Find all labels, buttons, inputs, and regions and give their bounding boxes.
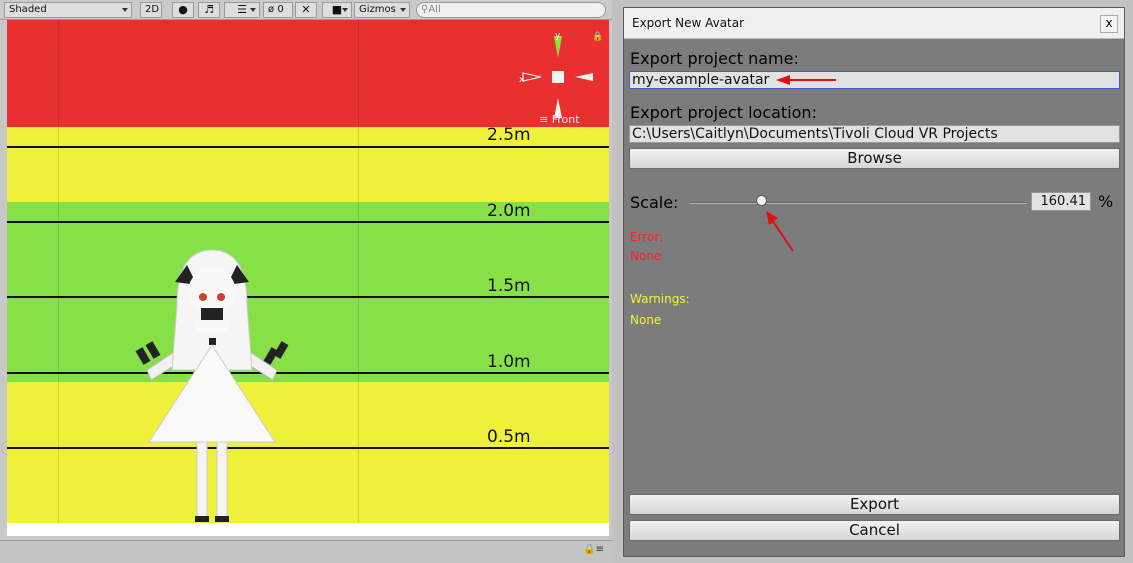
height-label-1-5: 1.5m bbox=[487, 276, 531, 296]
scene-view-panel: Shaded 2D ● ♬ ☰ ø 0 ✕ ■ Gizmos ⚲All 2.5m… bbox=[0, 0, 612, 563]
browse-button[interactable]: Browse bbox=[629, 148, 1120, 169]
height-line-2-5 bbox=[7, 146, 609, 148]
avatar-figure[interactable] bbox=[107, 220, 317, 525]
close-button[interactable]: x bbox=[1100, 15, 1118, 33]
shading-mode-label: Shaded bbox=[9, 4, 47, 15]
gizmo-x-label: x bbox=[519, 75, 525, 85]
error-label: Error: bbox=[630, 230, 664, 244]
tools-icon[interactable]: ✕ bbox=[295, 2, 317, 18]
height-label-0-5: 0.5m bbox=[487, 427, 531, 447]
scene-search-input[interactable]: ⚲All bbox=[416, 2, 606, 18]
lock-menu-icon[interactable]: 🔒≡ bbox=[583, 544, 604, 555]
scale-unit: % bbox=[1098, 192, 1114, 211]
height-label-2-0: 2.0m bbox=[487, 201, 531, 221]
hidden-objects-toggle[interactable]: ø 0 bbox=[263, 2, 293, 18]
toggle-2d-button[interactable]: 2D bbox=[140, 2, 162, 18]
warnings-value: None bbox=[630, 313, 662, 327]
gizmos-dropdown[interactable]: Gizmos bbox=[354, 2, 410, 18]
toggle-2d-label: 2D bbox=[145, 4, 160, 15]
dialog-title: Export New Avatar bbox=[632, 16, 745, 30]
scale-slider-thumb[interactable] bbox=[756, 195, 767, 206]
audio-icon[interactable]: ♬ bbox=[198, 2, 220, 18]
view-front-label: ≡ Front bbox=[539, 113, 580, 126]
project-name-label: Export project name: bbox=[630, 49, 799, 68]
camera-icon[interactable]: ■ bbox=[322, 2, 352, 18]
scene-bottom-bar: 🔒≡ bbox=[0, 540, 612, 563]
lighting-icon[interactable]: ● bbox=[172, 2, 194, 18]
export-avatar-dialog: Export New Avatar x Export project name:… bbox=[623, 7, 1125, 557]
orientation-gizmo[interactable]: y x bbox=[517, 32, 597, 124]
scale-value-input[interactable]: 160.41 bbox=[1031, 192, 1091, 211]
error-value: None bbox=[630, 249, 662, 263]
menu-lines-icon: ≡ bbox=[539, 113, 549, 126]
gizmo-y-label: y bbox=[555, 32, 561, 41]
dialog-titlebar: Export New Avatar x bbox=[624, 8, 1124, 39]
project-name-input[interactable]: my-example-avatar bbox=[629, 71, 1120, 89]
scale-slider[interactable] bbox=[690, 202, 1027, 204]
hidden-count: 0 bbox=[277, 4, 284, 15]
scene-toolbar: Shaded 2D ● ♬ ☰ ø 0 ✕ ■ Gizmos ⚲All bbox=[0, 0, 612, 20]
lock-icon[interactable]: 🔒 bbox=[592, 32, 603, 42]
project-location-input[interactable]: C:\Users\Caitlyn\Documents\Tivoli Cloud … bbox=[629, 125, 1120, 143]
eye-hidden-icon: ø bbox=[268, 4, 275, 15]
shading-mode-dropdown[interactable]: Shaded bbox=[4, 2, 132, 18]
effects-icon[interactable]: ☰ bbox=[224, 2, 260, 18]
scene-viewport[interactable]: 2.5m 2.0m 1.5m 1.0m 0.5m y x 🔒 ≡ Front bbox=[7, 20, 609, 536]
cancel-button[interactable]: Cancel bbox=[629, 520, 1120, 541]
warnings-label: Warnings: bbox=[630, 292, 690, 306]
gizmos-label: Gizmos bbox=[359, 4, 396, 15]
scale-label: Scale: bbox=[630, 193, 679, 212]
project-location-label: Export project location: bbox=[630, 103, 817, 122]
search-placeholder: All bbox=[428, 4, 441, 15]
height-label-2-5: 2.5m bbox=[487, 125, 531, 145]
view-name: Front bbox=[551, 113, 580, 126]
export-button[interactable]: Export bbox=[629, 494, 1120, 515]
height-label-1-0: 1.0m bbox=[487, 352, 531, 372]
